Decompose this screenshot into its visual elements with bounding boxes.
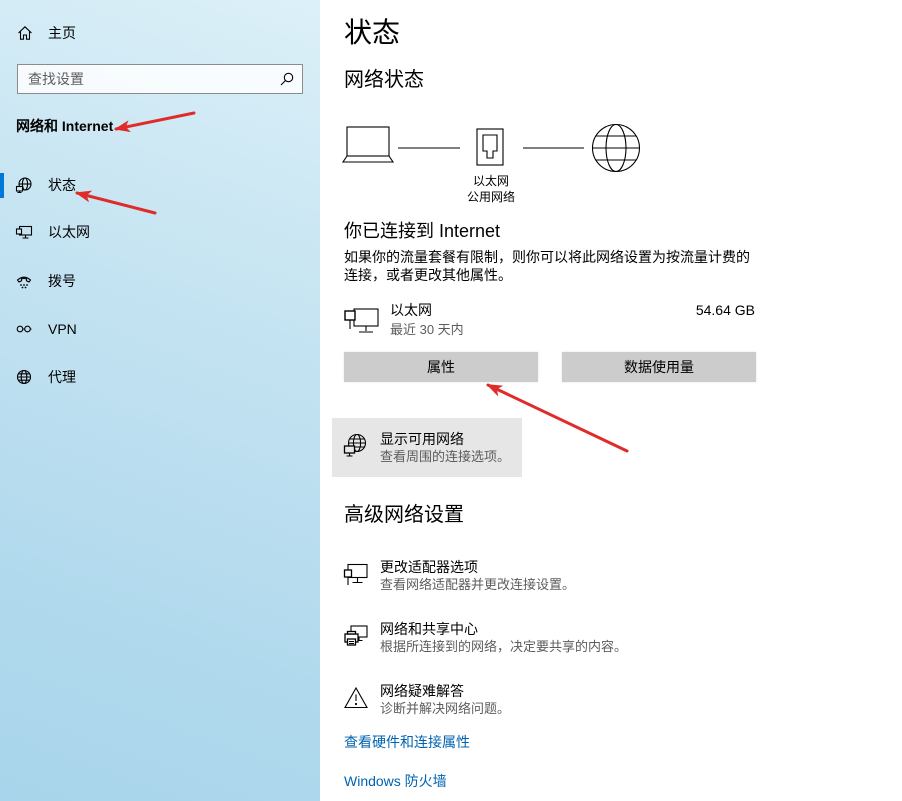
internet-globe-icon	[591, 123, 641, 173]
search-icon[interactable]	[280, 72, 294, 86]
laptop-icon	[341, 126, 395, 163]
section-title: 网络和 Internet	[16, 118, 114, 134]
search-box[interactable]	[17, 64, 303, 94]
connection-name: 以太网	[390, 302, 432, 318]
adv-item-title: 网络疑难解答	[380, 683, 464, 699]
show-networks-description: 查看周围的连接选项。	[380, 449, 511, 464]
connected-title: 你已连接到 Internet	[344, 221, 501, 241]
adapter-icon	[343, 563, 368, 585]
home-icon	[18, 26, 32, 40]
sidebar-item-label: 状态	[48, 177, 76, 193]
sidebar-item-label: 代理	[48, 369, 76, 385]
sidebar-item-ethernet[interactable]: 以太网	[0, 208, 320, 256]
proxy-globe-icon	[16, 369, 32, 385]
network-profile-label: 公用网络	[466, 190, 515, 204]
sidebar-item-label: 以太网	[48, 224, 90, 240]
adv-item-description: 查看网络适配器并更改连接设置。	[380, 577, 576, 592]
network-troubleshooter[interactable]: 网络疑难解答 诊断并解决网络问题。	[332, 680, 732, 722]
adapter-label: 以太网	[472, 174, 509, 188]
network-sharing-center[interactable]: 网络和共享中心 根据所连接到的网络，决定要共享的内容。	[332, 618, 732, 660]
adv-item-description: 诊断并解决网络问题。	[380, 701, 511, 716]
advanced-heading: 高级网络设置	[344, 504, 464, 526]
selected-indicator	[0, 173, 4, 198]
sidebar-item-label: 拨号	[48, 273, 76, 289]
data-used-value: 54.64 GB	[695, 302, 755, 318]
show-available-networks[interactable]: 显示可用网络 查看周围的连接选项。	[332, 418, 522, 477]
dialup-icon	[16, 276, 32, 289]
sidebar-item-status[interactable]: 状态	[0, 161, 320, 209]
windows-firewall-link[interactable]: Windows 防火墙	[344, 771, 447, 791]
page-title: 状态	[344, 17, 401, 48]
main-content: 状态 网络状态 以太网 公用网络 你已连接到 Internet 如果你的流量套餐…	[320, 0, 902, 801]
warning-icon	[344, 686, 368, 709]
properties-button[interactable]: 属性	[344, 352, 538, 382]
change-adapter-options[interactable]: 更改适配器选项 查看网络适配器并更改连接设置。	[332, 556, 732, 598]
connected-description: 如果你的流量套餐有限制，则你可以将此网络设置为按流量计费的	[344, 249, 750, 265]
sidebar-item-label: VPN	[48, 321, 77, 337]
connected-description: 连接，或者更改其他属性。	[344, 267, 512, 283]
search-input[interactable]	[18, 65, 268, 93]
sharing-center-icon	[344, 625, 368, 646]
status-globe-icon	[15, 177, 32, 194]
adv-item-title: 网络和共享中心	[380, 621, 478, 637]
sidebar-item-proxy[interactable]: 代理	[0, 353, 320, 401]
data-usage-button[interactable]: 数据使用量	[562, 352, 756, 382]
available-networks-icon	[343, 433, 367, 457]
show-networks-title: 显示可用网络	[380, 431, 464, 447]
ethernet-adapter-icon	[344, 308, 379, 333]
ethernet-icon	[15, 225, 33, 239]
network-status-diagram	[341, 123, 641, 173]
home-label: 主页	[48, 25, 76, 41]
connection-period: 最近 30 天内	[390, 322, 464, 337]
sidebar: 主页 网络和 Internet 状态 以太网	[0, 0, 320, 801]
network-status-heading: 网络状态	[344, 69, 424, 91]
sidebar-item-vpn[interactable]: VPN	[0, 305, 320, 353]
ethernet-port-icon	[476, 128, 504, 166]
hardware-properties-link[interactable]: 查看硬件和连接属性	[344, 732, 470, 752]
adv-item-title: 更改适配器选项	[380, 559, 478, 575]
vpn-icon	[16, 325, 32, 333]
sidebar-home[interactable]: 主页	[0, 13, 320, 53]
sidebar-item-dialup[interactable]: 拨号	[0, 257, 320, 305]
adv-item-description: 根据所连接到的网络，决定要共享的内容。	[380, 639, 628, 654]
